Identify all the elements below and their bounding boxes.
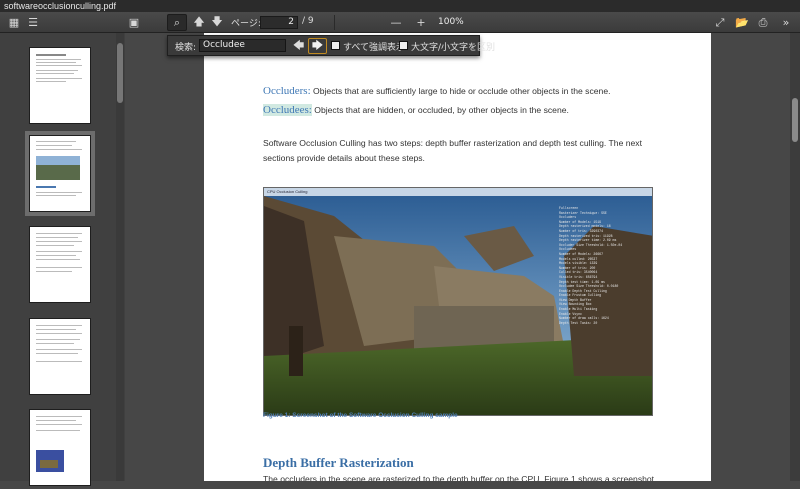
page-thumbnail-selected[interactable] xyxy=(25,131,95,216)
stats-line: Depth Test Tasks: 20 xyxy=(559,320,598,325)
previous-page-icon[interactable]: 🡅 xyxy=(189,14,209,31)
page-thumbnail-content xyxy=(36,54,82,82)
fullscreen-icon[interactable]: ⤢ xyxy=(710,14,730,31)
page-number-input[interactable]: 2 xyxy=(260,16,298,29)
paragraph-steps: Software Occlusion Culling has two steps… xyxy=(263,138,642,163)
zoom-in-button[interactable]: + xyxy=(411,14,431,31)
definition-text: Objects that are hidden, or occluded, by… xyxy=(311,105,569,115)
page-total: / 9 xyxy=(302,16,314,26)
pdf-page: Occluders: Objects that are sufficiently… xyxy=(204,33,711,481)
highlight-all-checkbox[interactable] xyxy=(331,41,340,50)
section-heading: Depth Buffer Rasterization xyxy=(263,455,414,470)
zoom-select[interactable]: 100% xyxy=(434,16,518,29)
screenshot-window-title: CPU Occlusion Culling xyxy=(264,188,652,196)
figure-caption: Figure 1: Screenshot of the Software Occ… xyxy=(263,412,458,419)
page-thumbnail[interactable] xyxy=(29,47,91,124)
find-label: 検索: xyxy=(175,43,197,53)
match-case-label[interactable]: 大文字/小文字を区別 xyxy=(411,40,495,53)
term-occluders: Occluders: xyxy=(263,85,311,97)
paragraph-rasterization: The occluders in the scene are rasterize… xyxy=(263,474,655,481)
document-viewer: Occluders: Objects that are sufficiently… xyxy=(125,33,800,481)
thumbnail-sidebar xyxy=(0,33,125,486)
screenshot-stats-panel: Fullscreen Rasterizer Technique: SSE Occlu… xyxy=(557,204,650,384)
grid-view-icon[interactable]: ▦ xyxy=(4,14,24,31)
page-thumbnail-content xyxy=(36,416,82,472)
next-page-icon[interactable]: 🡇 xyxy=(207,14,227,31)
find-next-icon[interactable]: 🡆 xyxy=(308,38,327,54)
sidebar-scrollbar[interactable] xyxy=(116,33,124,481)
document-scrollbar[interactable] xyxy=(790,33,800,481)
term-occludees-match: Occludees: xyxy=(263,104,312,116)
definition-occludees: Occludees: Objects that are hidden, or o… xyxy=(263,103,663,118)
menu-icon[interactable]: » xyxy=(776,14,796,31)
match-case-checkbox[interactable] xyxy=(399,41,408,50)
open-file-icon[interactable]: 📂 xyxy=(732,14,752,31)
sidebar-toggle-icon[interactable]: ▣ xyxy=(124,14,144,31)
definition-occluders: Occluders: Objects that are sufficiently… xyxy=(263,84,663,99)
find-previous-icon[interactable]: 🡄 xyxy=(289,38,308,54)
page-thumbnail[interactable] xyxy=(29,318,91,395)
page-label: ページ: xyxy=(231,19,261,29)
toolbar: ▦ ☰ ▣ ⌕ 🡅 🡇 ページ: 2 / 9 — + 100% ⤢ 📂 ⎙ » xyxy=(0,12,800,33)
page-thumbnail-content xyxy=(36,141,82,196)
page-thumbnail[interactable] xyxy=(29,226,91,303)
list-view-icon[interactable]: ☰ xyxy=(23,14,43,31)
highlight-all-label[interactable]: すべて強調表示 xyxy=(343,40,405,53)
toolbar-divider xyxy=(334,15,335,30)
window-title: softwareocclusionculling.pdf xyxy=(0,0,800,12)
document-scroll-thumb[interactable] xyxy=(792,98,798,142)
figure-screenshot: CPU Occlusion Culling Fullscreen Rasteriz… xyxy=(263,187,653,416)
find-bar: 検索: Occludee 🡄 🡆 すべて強調表示 大文字/小文字を区別 xyxy=(167,35,495,56)
page-thumbnail-content xyxy=(36,325,82,362)
search-icon[interactable]: ⌕ xyxy=(167,14,187,31)
find-input[interactable]: Occludee xyxy=(199,39,286,52)
page-thumbnail-content xyxy=(36,233,82,272)
zoom-out-button[interactable]: — xyxy=(386,14,406,31)
print-icon[interactable]: ⎙ xyxy=(753,14,773,31)
sidebar-scroll-thumb[interactable] xyxy=(117,43,123,103)
page-thumbnail[interactable] xyxy=(29,409,91,486)
definition-text: Objects that are sufficiently large to h… xyxy=(310,86,611,96)
